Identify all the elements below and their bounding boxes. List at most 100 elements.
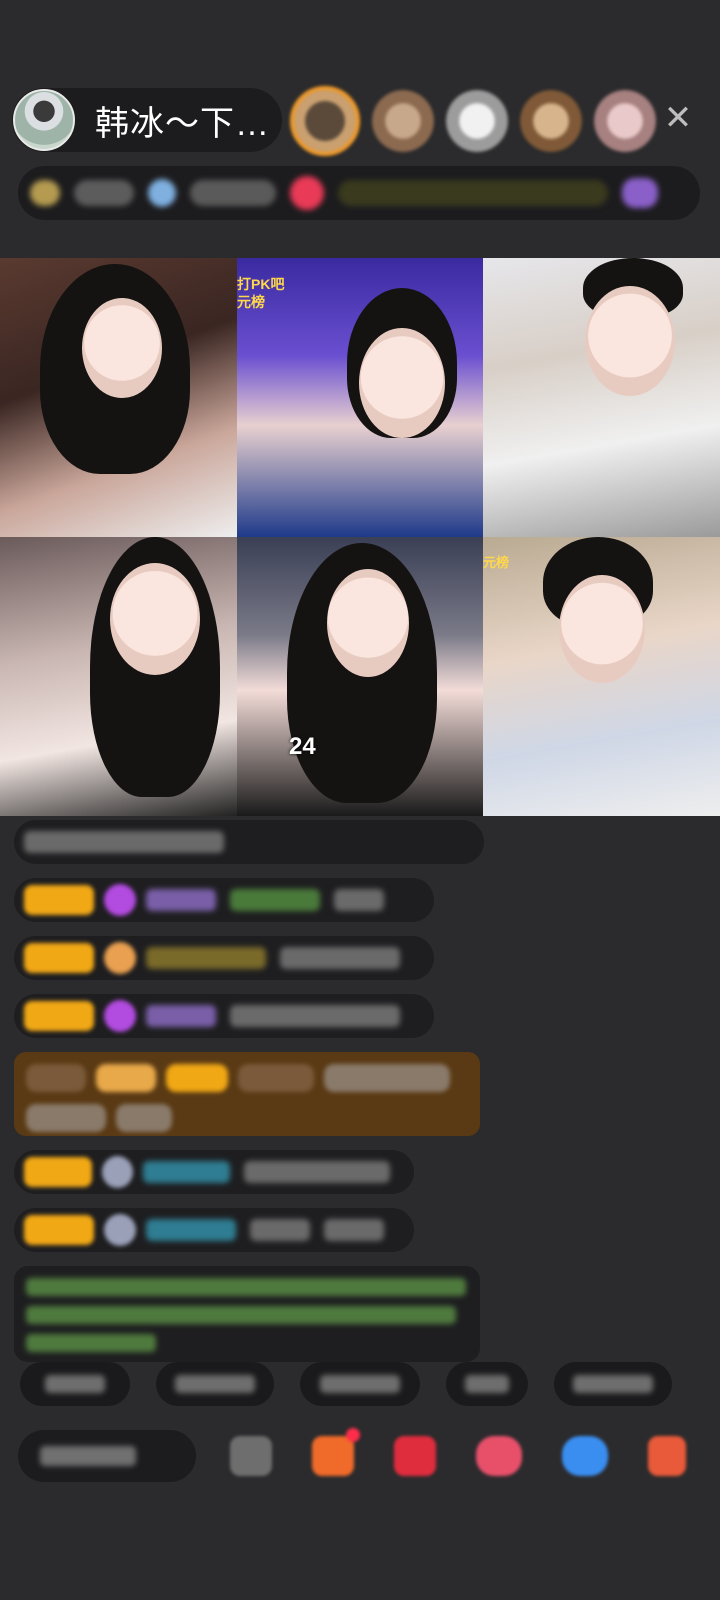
tile-overlay-text: 元榜	[237, 294, 265, 310]
blurred-text	[24, 831, 224, 853]
blurred-text	[465, 1375, 509, 1393]
user-badge	[24, 1001, 94, 1031]
chat-message[interactable]	[14, 936, 434, 980]
viewer-avatar[interactable]	[520, 90, 582, 152]
video-tile[interactable]: 打PK吧 元榜	[237, 258, 483, 537]
blue-chat-icon[interactable]	[562, 1436, 608, 1476]
blurred-text	[230, 889, 320, 911]
viewer-avatar[interactable]	[446, 90, 508, 152]
blurred-text	[280, 947, 400, 969]
video-tile[interactable]	[483, 258, 720, 537]
bottom-bar	[18, 1428, 718, 1482]
streamer-face	[559, 575, 645, 683]
gift-box-icon[interactable]	[312, 1428, 360, 1476]
username[interactable]	[146, 1005, 216, 1027]
blurred-info	[190, 180, 276, 206]
username[interactable]	[146, 947, 266, 969]
hourly-rank-icon	[148, 179, 176, 207]
notification-dot	[346, 1428, 360, 1442]
blurred-text	[244, 1161, 390, 1183]
user-badge	[24, 885, 94, 915]
viewer-avatar[interactable]	[290, 86, 360, 156]
avatar	[104, 1214, 136, 1246]
chat-message[interactable]	[14, 1208, 414, 1252]
red-packet-icon[interactable]	[394, 1436, 436, 1476]
avatar	[101, 1156, 134, 1188]
username[interactable]	[238, 1064, 314, 1092]
streamer-face	[327, 569, 409, 677]
blurred-text	[26, 1306, 456, 1324]
tile-overlay-text: 元榜	[483, 555, 510, 570]
user-badge	[166, 1064, 228, 1092]
blurred-text	[250, 1219, 310, 1241]
gift-icon[interactable]	[622, 178, 658, 208]
user-badge	[24, 1157, 92, 1187]
username[interactable]	[146, 1219, 236, 1241]
blurred-text	[26, 1104, 106, 1132]
quick-reply-button[interactable]	[300, 1362, 420, 1406]
tile-overlay-text: 打PK吧	[237, 276, 285, 292]
gem-icon	[104, 1000, 136, 1032]
gem-icon	[104, 884, 136, 916]
host-avatar[interactable]	[13, 89, 75, 151]
seat-number: 24	[289, 733, 316, 760]
streamer-face	[359, 328, 445, 438]
blurred-text	[26, 1278, 466, 1296]
chat-message[interactable]	[14, 994, 434, 1038]
blurred-info	[74, 180, 134, 206]
video-tile[interactable]	[0, 537, 237, 816]
pink-chat-icon[interactable]	[476, 1436, 522, 1476]
streamer-face	[82, 298, 162, 398]
quick-reply-button[interactable]	[446, 1362, 528, 1406]
system-notice	[14, 1266, 480, 1362]
host-name[interactable]: 韩冰～下…	[95, 96, 270, 145]
chat-message[interactable]	[14, 820, 484, 864]
blurred-text	[320, 1375, 400, 1393]
status-bar-area	[0, 0, 720, 80]
room-info-bar[interactable]	[18, 166, 700, 220]
quick-reply-button[interactable]	[20, 1362, 130, 1406]
blurred-text	[324, 1219, 384, 1241]
quick-reply-button[interactable]	[554, 1362, 672, 1406]
host-info[interactable]: 韩冰～下…	[12, 88, 282, 152]
viewer-list	[290, 86, 668, 156]
blurred-text	[324, 1064, 450, 1092]
viewer-avatar[interactable]	[594, 90, 656, 152]
video-tile[interactable]: 24	[237, 537, 483, 816]
viewer-avatar[interactable]	[372, 90, 434, 152]
username[interactable]	[146, 889, 216, 911]
message-icon[interactable]	[230, 1436, 272, 1476]
streamer-face	[110, 563, 200, 675]
chat-message[interactable]	[14, 1150, 414, 1194]
gift-message-row	[26, 1064, 468, 1092]
blurred-text	[45, 1375, 105, 1393]
chat-input-placeholder	[40, 1446, 136, 1466]
quick-reply-row	[20, 1362, 698, 1406]
room-tags[interactable]	[338, 180, 608, 206]
video-tile[interactable]	[0, 258, 237, 537]
chat-input[interactable]	[18, 1430, 196, 1482]
chat-message[interactable]	[14, 878, 434, 922]
user-badge	[24, 1215, 94, 1245]
blurred-text	[26, 1334, 156, 1352]
gift-message[interactable]	[14, 1052, 480, 1136]
username[interactable]	[143, 1161, 231, 1183]
chat-list[interactable]	[14, 820, 494, 1376]
streamer-face	[585, 286, 675, 396]
user-badge	[24, 943, 94, 973]
level-badge	[30, 180, 60, 206]
blurred-text	[175, 1375, 255, 1393]
video-tile[interactable]: 元榜	[483, 537, 720, 816]
close-icon[interactable]: ✕	[660, 99, 696, 137]
blurred-text	[116, 1104, 172, 1132]
blurred-text	[26, 1064, 86, 1092]
grid-menu-icon[interactable]	[648, 1436, 686, 1476]
gift-badge	[96, 1064, 156, 1092]
video-grid: 打PK吧 元榜 24 元榜	[0, 258, 720, 816]
blurred-text	[334, 889, 384, 911]
blurred-text	[573, 1375, 653, 1393]
hot-icon[interactable]	[290, 176, 324, 210]
quick-reply-button[interactable]	[156, 1362, 274, 1406]
blurred-text	[230, 1005, 400, 1027]
gift-message-row	[26, 1104, 468, 1132]
